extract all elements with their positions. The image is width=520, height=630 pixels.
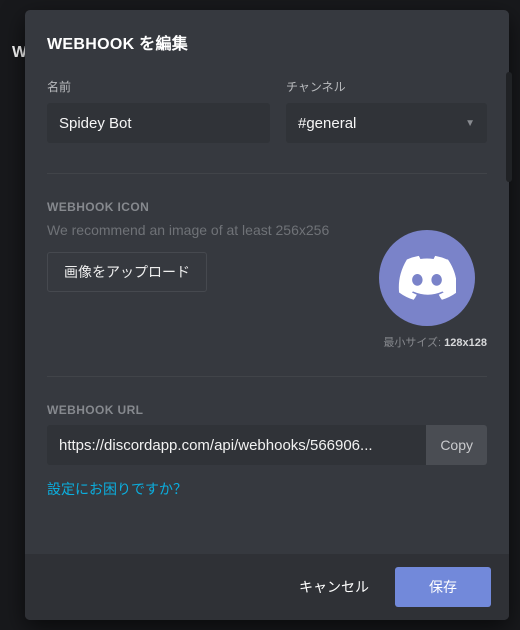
avatar-preview-wrap: 最小サイズ: 128x128 bbox=[367, 230, 487, 350]
name-channel-row: 名前 チャンネル #general ▼ bbox=[47, 78, 487, 143]
channel-select[interactable]: #general ▼ bbox=[286, 103, 487, 143]
modal-title: WEBHOOK を編集 bbox=[47, 30, 487, 54]
channel-field: チャンネル #general ▼ bbox=[286, 78, 487, 143]
url-section-heading: WEBHOOK URL bbox=[47, 403, 487, 417]
min-size-prefix: 最小サイズ: bbox=[383, 337, 444, 349]
webhook-avatar[interactable] bbox=[379, 230, 475, 326]
icon-row: 画像をアップロード 最小サイズ: 128x128 bbox=[47, 252, 487, 350]
divider bbox=[47, 376, 487, 377]
divider bbox=[47, 173, 487, 174]
name-field: 名前 bbox=[47, 78, 270, 143]
min-size-value: 128x128 bbox=[444, 337, 487, 349]
webhook-name-input[interactable] bbox=[47, 103, 270, 143]
scrollbar-track[interactable] bbox=[506, 12, 512, 618]
upload-image-button[interactable]: 画像をアップロード bbox=[47, 252, 207, 292]
icon-section-heading: WEBHOOK ICON bbox=[47, 200, 487, 214]
modal-body: WEBHOOK を編集 名前 チャンネル #general ▼ WEBHOOK … bbox=[25, 10, 509, 554]
name-label: 名前 bbox=[47, 78, 270, 95]
scrollbar-thumb[interactable] bbox=[506, 72, 512, 182]
help-link[interactable]: 設定にお困りですか？ bbox=[47, 479, 187, 499]
discord-logo-icon bbox=[398, 249, 456, 307]
copy-url-button[interactable]: Copy bbox=[426, 425, 487, 465]
modal-footer: キャンセル 保存 bbox=[25, 554, 509, 620]
channel-label: チャンネル bbox=[286, 78, 487, 95]
edit-webhook-modal: WEBHOOK を編集 名前 チャンネル #general ▼ WEBHOOK … bbox=[25, 10, 509, 620]
save-button[interactable]: 保存 bbox=[395, 567, 491, 607]
cancel-button[interactable]: キャンセル bbox=[287, 567, 381, 607]
webhook-url-input[interactable] bbox=[47, 425, 426, 465]
webhook-url-row: Copy bbox=[47, 425, 487, 465]
chevron-down-icon: ▼ bbox=[465, 118, 475, 129]
channel-selected-value: #general bbox=[298, 115, 356, 132]
min-size-note: 最小サイズ: 128x128 bbox=[367, 334, 487, 350]
